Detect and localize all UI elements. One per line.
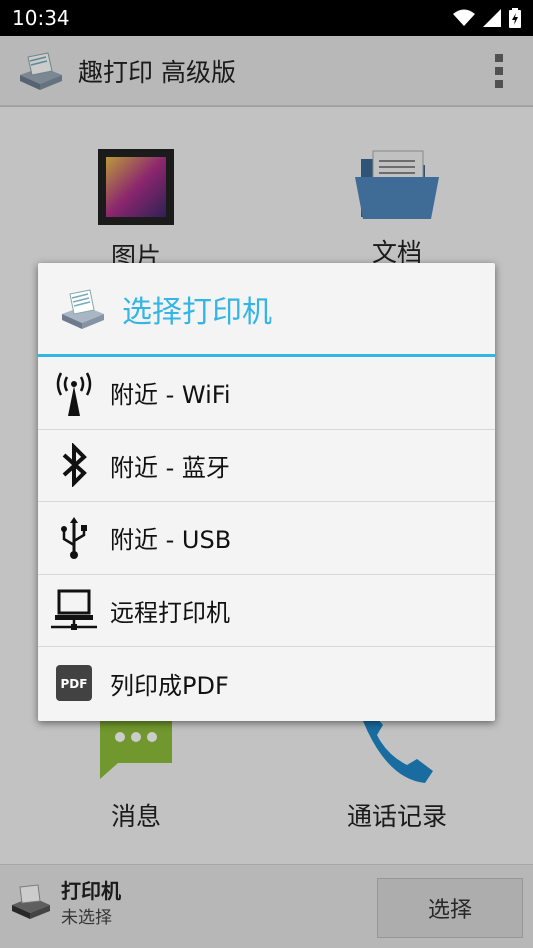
usb-icon: [61, 516, 87, 559]
status-bar: 10:34: [0, 0, 533, 36]
pdf-icon: PDF: [56, 665, 92, 702]
bluetooth-icon: [62, 443, 87, 488]
status-icons: [453, 8, 521, 28]
option-usb[interactable]: 附近 - USB: [38, 502, 495, 575]
select-printer-dialog: 选择打印机 附近 - WiFi 附近 - 蓝牙 附近 - USB 远程打印机 P…: [38, 263, 495, 721]
option-usb-label: 附近 - USB: [110, 526, 232, 555]
option-remote[interactable]: 远程打印机: [38, 575, 495, 647]
printer-logo-icon: [62, 288, 104, 329]
remote-computer-icon: [51, 589, 97, 631]
battery-icon: [509, 8, 521, 28]
wifi-antenna-icon: [56, 372, 92, 416]
dialog-title: 选择打印机: [122, 294, 272, 330]
option-bluetooth[interactable]: 附近 - 蓝牙: [38, 430, 495, 502]
option-bluetooth-label: 附近 - 蓝牙: [110, 453, 230, 482]
svg-text:PDF: PDF: [61, 677, 88, 691]
cell-signal-icon: [483, 9, 501, 27]
option-pdf-label: 列印成PDF: [110, 671, 229, 700]
option-pdf[interactable]: PDF 列印成PDF: [38, 647, 495, 720]
status-time: 10:34: [12, 6, 70, 30]
option-wifi[interactable]: 附近 - WiFi: [38, 357, 495, 430]
wifi-signal-icon: [453, 9, 475, 26]
dialog-header: 选择打印机: [38, 263, 495, 357]
option-wifi-label: 附近 - WiFi: [110, 381, 231, 410]
option-remote-label: 远程打印机: [110, 598, 230, 627]
